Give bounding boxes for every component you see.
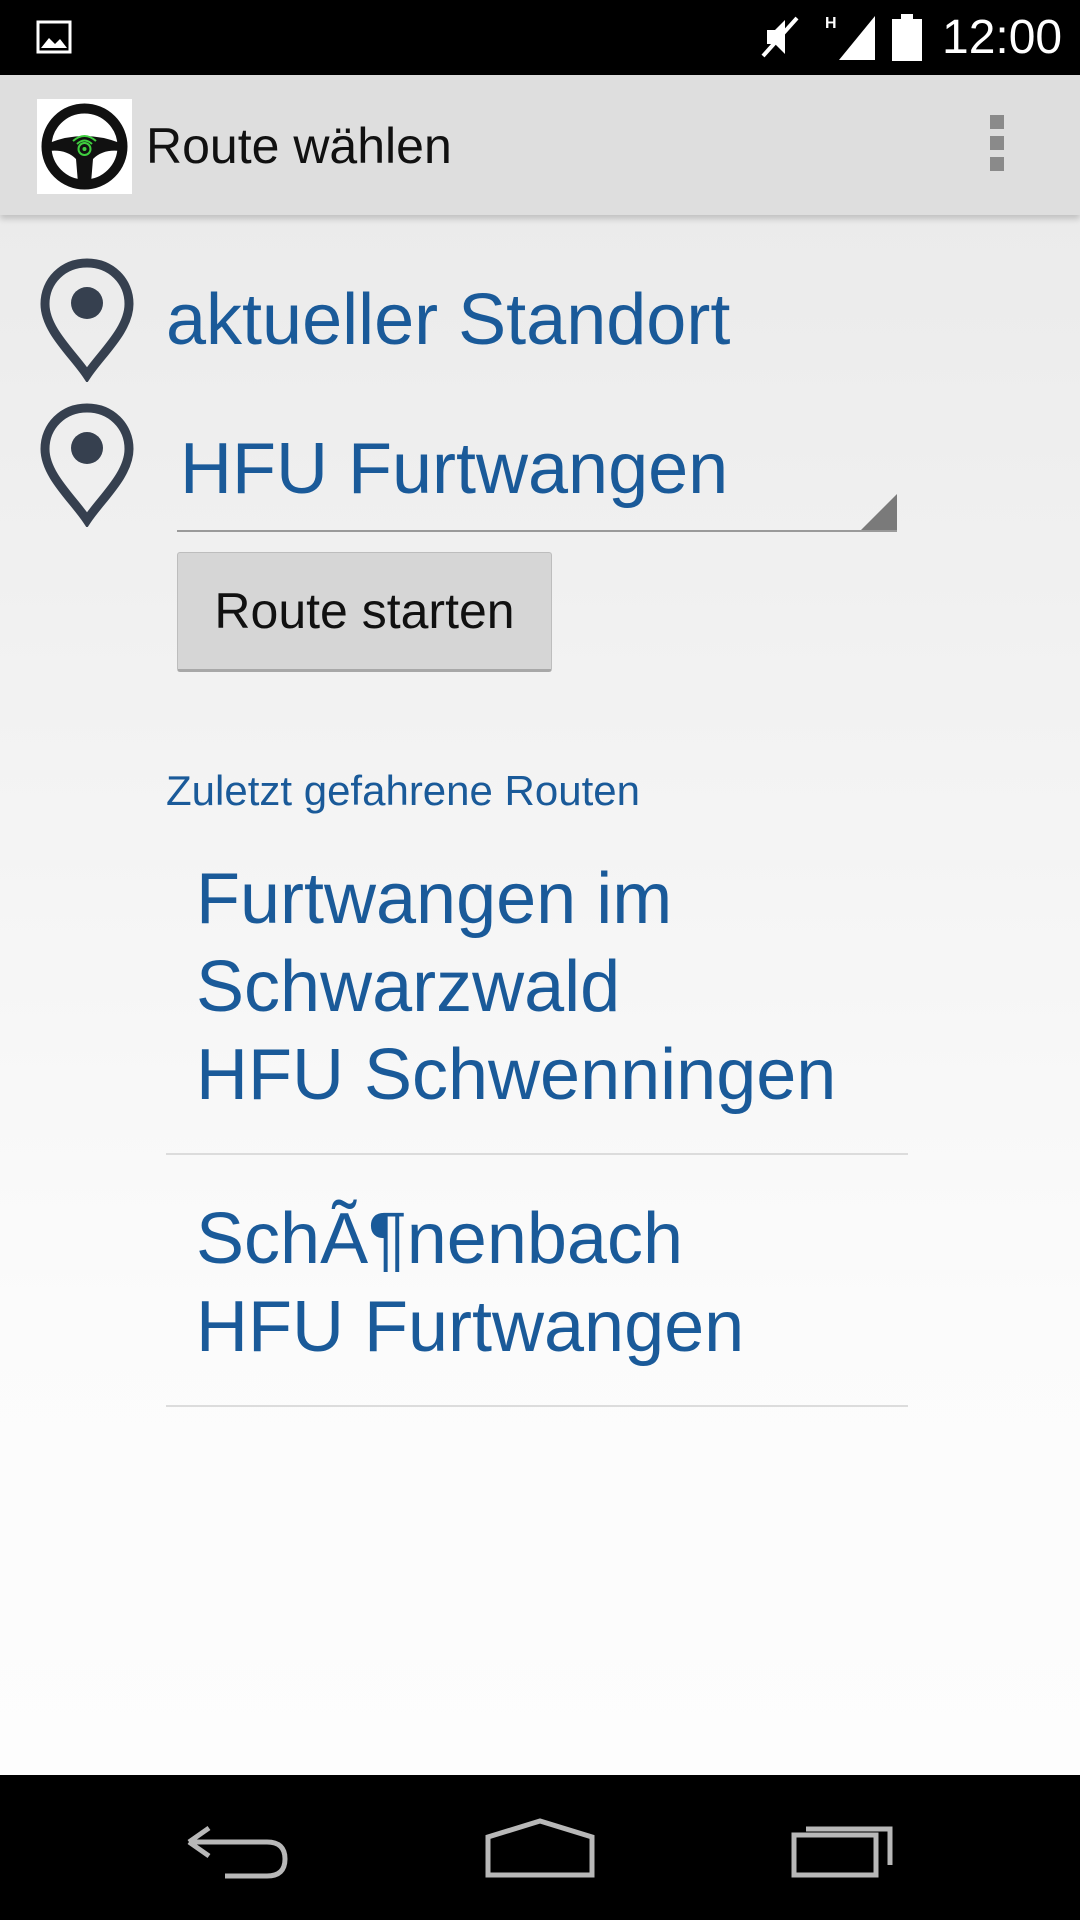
dropdown-arrow-icon: [861, 494, 897, 530]
route-to: HFU Schwenningen: [196, 1035, 837, 1115]
start-route-button[interactable]: Route starten: [177, 552, 552, 672]
route-to: HFU Furtwangen: [196, 1287, 745, 1367]
destination-value: HFU Furtwangen: [180, 429, 729, 509]
recent-routes-list: Furtwangen im Schwarzwald HFU Schwenning…: [166, 855, 908, 1407]
page-title: Route wählen: [146, 118, 452, 174]
navigation-bar: [0, 1775, 1080, 1920]
home-icon[interactable]: [484, 1817, 596, 1879]
list-item[interactable]: SchÃ¶nenbach HFU Furtwangen: [166, 1155, 908, 1407]
main-content: aktueller Standort HFU Furtwangen Route …: [0, 215, 1080, 1775]
recent-routes-header: Zuletzt gefahrene Routen: [166, 767, 640, 814]
mute-icon: [761, 16, 799, 58]
location-pin-icon: [40, 258, 134, 382]
overflow-menu-icon[interactable]: [985, 115, 1009, 179]
list-item[interactable]: Furtwangen im Schwarzwald HFU Schwenning…: [166, 855, 908, 1155]
signal-icon: H: [825, 15, 875, 60]
back-icon[interactable]: [185, 1820, 290, 1880]
gallery-icon: [36, 20, 72, 54]
route-from: SchÃ¶nenbach: [196, 1199, 684, 1279]
action-bar: Route wählen: [0, 75, 1080, 215]
origin-field[interactable]: aktueller Standort: [166, 277, 730, 363]
destination-spinner[interactable]: HFU Furtwangen: [177, 420, 897, 532]
destination-pin-icon: [40, 403, 134, 527]
network-type-label: H: [825, 15, 837, 32]
route-from: Furtwangen im Schwarzwald: [196, 859, 673, 1027]
status-bar: H 12:00: [0, 0, 1080, 75]
clock: 12:00: [942, 11, 1063, 64]
recent-apps-icon[interactable]: [790, 1817, 896, 1879]
steering-wheel-icon[interactable]: [37, 99, 132, 194]
battery-icon: [892, 14, 922, 61]
